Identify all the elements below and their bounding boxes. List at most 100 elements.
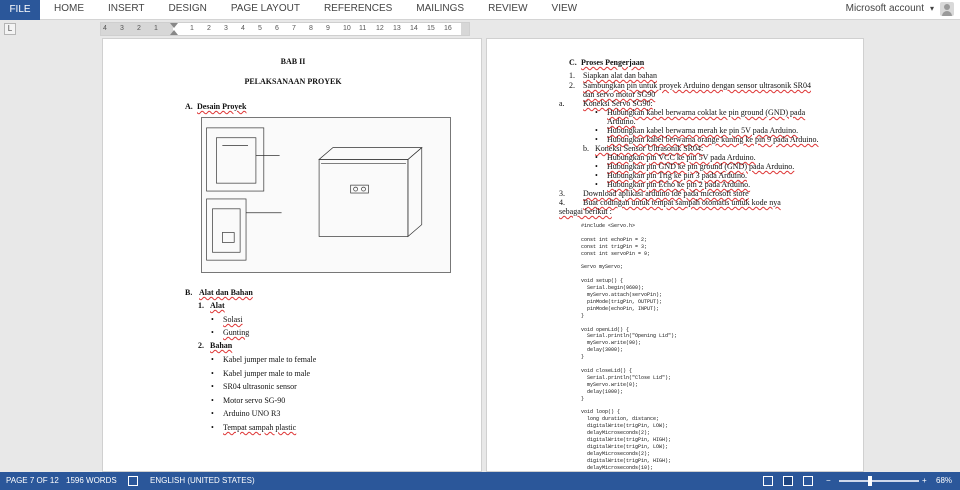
bullet-dot: • [211,423,214,432]
tab-design[interactable]: DESIGN [157,0,219,20]
ruler-tick-label: 7 [292,25,296,32]
ruler-tick-label: 8 [309,25,313,32]
chevron-down-icon[interactable]: ▾ [930,0,934,18]
ruler-tick-label: 16 [444,25,452,32]
section-c-letter: C. [569,58,577,67]
design-sketch-image [201,117,451,273]
sketch-box-top [318,147,423,160]
tab-selector-button[interactable]: L [4,23,16,35]
sketch-sensor-box [222,232,235,243]
print-layout-icon[interactable] [783,476,793,486]
bullet-dot: • [211,396,214,405]
status-bar: PAGE 7 OF 12 1596 WORDS ENGLISH (UNITED … [0,472,960,490]
zoom-slider[interactable] [839,480,919,482]
document-canvas[interactable]: BAB II PELAKSANAAN PROYEK A. Desain Proy… [0,38,960,472]
tab-page-layout[interactable]: PAGE LAYOUT [219,0,312,20]
ribbon-tab-bar: FILE HOME INSERT DESIGN PAGE LAYOUT REFE… [0,0,960,20]
tab-insert[interactable]: INSERT [96,0,157,20]
word-count[interactable]: 1596 WORDS [66,472,117,490]
ruler-tick-label: 4 [103,25,107,32]
ribbon-tabs: HOME INSERT DESIGN PAGE LAYOUT REFERENCE… [42,0,589,20]
sub-step-letter: a. [559,99,565,108]
zoom-slider-handle[interactable] [868,476,872,486]
bullet-dot: • [211,355,214,364]
zoom-out-button[interactable]: − [826,472,831,490]
bahan-number: 2. [198,341,204,350]
bahan-item: Tempat sampah plastic [223,423,297,432]
document-page-right[interactable]: C. Proses Pengerjaan 1. Siapkan alat dan… [486,38,864,472]
tab-review[interactable]: REVIEW [476,0,539,20]
web-layout-icon[interactable] [803,476,813,486]
alat-number: 1. [198,301,204,310]
chapter-title: PELAKSANAAN PROYEK [244,77,342,86]
account-avatar-icon[interactable] [940,2,954,16]
bullet-dot: • [211,315,214,324]
code-line: long duration, distance; [581,416,660,423]
bahan-item: Arduino UNO R3 [223,409,281,418]
sketch-sensor-eye-right [361,186,366,192]
bahan-item: Motor servo SG-90 [223,396,286,405]
code-line: delay(1000); [581,388,624,395]
ruler-tick-label: 5 [258,25,262,32]
code-line: myServo.write(90); [581,340,642,347]
section-b-letter: B. [185,288,193,297]
alat-item: Solasi [223,315,243,324]
section-b-title: Alat dan Bahan [199,288,253,297]
sketch-front-view-inner [212,208,241,253]
code-line: delayMicroseconds(2); [581,450,651,457]
code-line: delay(3000); [581,347,624,354]
code-line: digitalWrite(trigPin, HIGH); [581,457,672,464]
zoom-level[interactable]: 68% [936,472,952,490]
ruler-strip: L 4 3 2 1 1 2 3 4 5 6 7 8 9 10 11 12 13 … [0,20,960,38]
code-line: pinMode(trigPin, OUTPUT); [581,298,663,305]
ruler-tick-label: 9 [326,25,330,32]
account-button[interactable]: Microsoft account [846,0,924,18]
ruler-tick-label: 2 [207,25,211,32]
proofing-icon[interactable] [128,476,138,486]
bullet-dot: • [211,369,214,378]
sketch-sensor-eye-left [353,186,358,192]
bullet-dot: • [595,108,598,117]
first-line-indent-handle[interactable] [170,23,178,28]
tab-references[interactable]: REFERENCES [312,0,404,20]
code-line: Serial.begin(9600); [581,285,645,292]
sketch-top-view-inner [216,137,257,184]
sub-step-letter: b. [583,144,589,153]
document-page-left[interactable]: BAB II PELAKSANAAN PROYEK A. Desain Proy… [102,38,482,472]
step-text: Buat codingan untuk tempat sampah otomat… [583,198,781,207]
ruler-tick-label: 14 [410,25,418,32]
tab-file[interactable]: FILE [0,0,40,20]
code-line: } [581,395,585,402]
tab-mailings[interactable]: MAILINGS [404,0,476,20]
code-line: digitalWrite(trigPin, LOW); [581,443,669,450]
page-count[interactable]: PAGE 7 OF 12 [6,472,59,490]
code-line: delayMicroseconds(2); [581,430,651,436]
bullet-dot: • [211,382,214,391]
servo-item: Hubungkan kabel berwarna coklat ke pin g… [607,108,806,117]
alat-title: Alat [210,301,225,310]
code-line: #include <Servo.h> [581,223,636,229]
language-indicator[interactable]: ENGLISH (UNITED STATES) [150,472,255,490]
ruler-tick-label: 2 [137,25,141,32]
tab-home[interactable]: HOME [42,0,96,20]
bullet-dot: • [211,328,214,337]
hanging-indent-handle[interactable] [170,30,178,35]
ruler-tick-label: 12 [376,25,384,32]
sketch-box-front [318,159,409,237]
zoom-in-button[interactable]: + [922,472,927,490]
code-line: void openLid() { [581,326,630,333]
horizontal-ruler[interactable]: 4 3 2 1 1 2 3 4 5 6 7 8 9 10 11 12 13 14… [100,22,470,36]
ruler-tick-label: 6 [275,25,279,32]
code-line: Serial.println("Close Lid"); [581,374,672,381]
code-line: digitalWrite(trigPin, HIGH); [581,436,672,443]
step-number: 1. [569,71,575,80]
ruler-tick-label: 10 [343,25,351,32]
ruler-tick-label: 4 [241,25,245,32]
tab-view[interactable]: VIEW [540,0,590,20]
section-a-letter: A. [185,102,193,111]
bahan-title: Bahan [210,341,233,350]
read-mode-icon[interactable] [763,476,773,486]
ruler-tick-label: 15 [427,25,435,32]
code-line: Serial.println("Opening Lid"); [581,333,678,340]
code-line: const int trigPin = 3; [581,243,648,250]
